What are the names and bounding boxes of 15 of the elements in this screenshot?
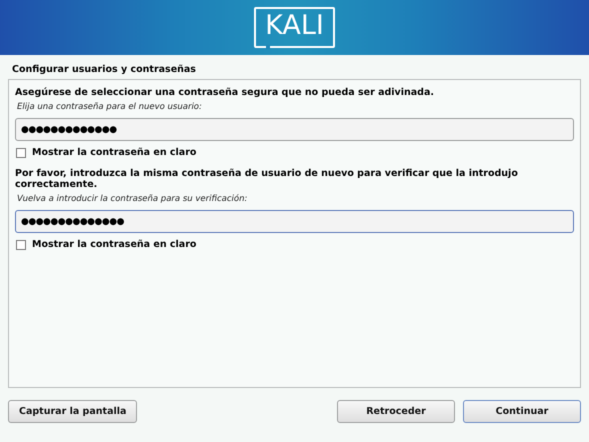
continue-button[interactable]: Continuar bbox=[463, 400, 581, 423]
checkbox-label[interactable]: Mostrar la contraseña en claro bbox=[32, 147, 196, 158]
password-field[interactable]: ●●●●●●●●●●●●●● bbox=[15, 210, 574, 233]
instruction-text: Por favor, introduzca la misma contraseña de usuario de nuevo para verificar que la introdujo correctamente. bbox=[15, 168, 519, 190]
field-prompt: Vuelva a introducir la contraseña para su verificación: bbox=[17, 194, 248, 204]
field-prompt: Elija una contraseña para el nuevo usuario: bbox=[17, 102, 203, 112]
checkbox[interactable] bbox=[16, 240, 26, 250]
logo: KALI bbox=[254, 7, 335, 48]
back-button[interactable]: Retroceder bbox=[337, 400, 455, 423]
instruction-text: Asegúrese de seleccionar una contraseña segura que no pueda ser adivinada. bbox=[15, 87, 435, 98]
checkbox[interactable] bbox=[16, 148, 26, 158]
page-title: Configurar usuarios y contraseñas bbox=[11, 63, 197, 77]
screenshot-button[interactable]: Capturar la pantalla bbox=[8, 400, 138, 423]
password-field[interactable]: ●●●●●●●●●●●●● bbox=[15, 118, 574, 141]
checkbox-label[interactable]: Mostrar la contraseña en claro bbox=[32, 239, 196, 250]
